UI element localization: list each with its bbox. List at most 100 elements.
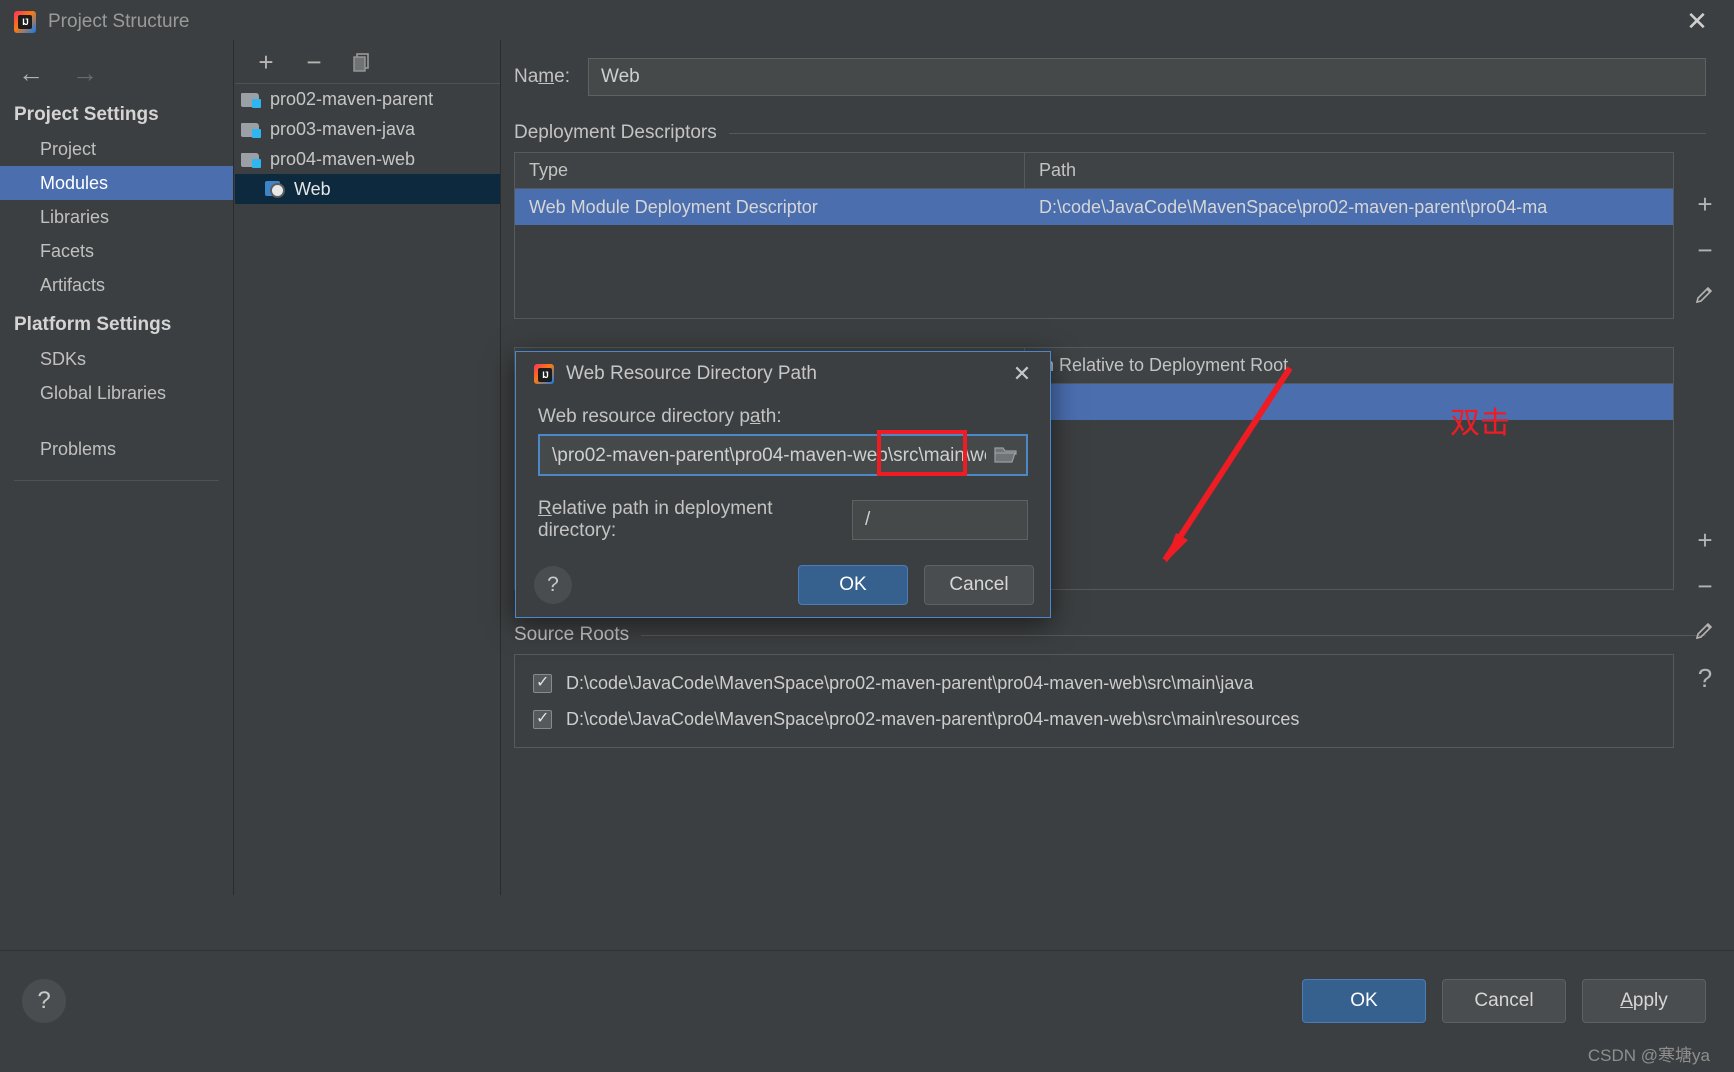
label-post: th: — [760, 406, 782, 427]
column-header-type[interactable]: Type — [515, 153, 1025, 188]
footer-buttons: OK Cancel Apply — [1302, 979, 1706, 1023]
deployment-descriptors-title: Deployment Descriptors — [514, 122, 717, 143]
module-folder-icon — [241, 151, 261, 168]
relative-label-mnemonic: R — [538, 498, 552, 519]
sidebar-item-project[interactable]: Project — [0, 132, 233, 166]
cell-path: D:\code\JavaCode\MavenSpace\pro02-maven-… — [1039, 196, 1548, 217]
facet-name-label: Name: — [514, 66, 570, 87]
remove-descriptor-icon[interactable]: − — [1690, 235, 1720, 265]
window-titlebar: IJ Project Structure ✕ — [0, 0, 1734, 44]
module-tree-panel: + − pro02-maven-parent pro03-maven-java … — [235, 40, 501, 895]
web-resource-path-label: Web resource directory path: — [538, 406, 1050, 428]
tree-item-pro02-maven-parent[interactable]: pro02-maven-parent — [235, 84, 500, 114]
dialog-footer: ? OK Cancel Apply CSDN @寒塘ya — [0, 950, 1734, 1072]
column-header-path[interactable]: Path — [1025, 153, 1673, 188]
edit-web-resource-icon[interactable] — [1690, 617, 1720, 647]
facet-name-row: Name: — [502, 40, 1734, 96]
source-root-path: D:\code\JavaCode\MavenSpace\pro02-maven-… — [566, 708, 1300, 729]
apply-mnemonic: A — [1620, 990, 1633, 1011]
sidebar-item-libraries[interactable]: Libraries — [0, 200, 233, 234]
source-root-checkbox[interactable] — [533, 672, 552, 693]
column-header-path-relative-to-deployment-root[interactable]: th Relative to Deployment Root — [1025, 348, 1673, 383]
table-row[interactable]: Web Module Deployment Descriptor D:\code… — [515, 189, 1673, 225]
section-divider — [728, 132, 1706, 134]
list-item[interactable]: D:\code\JavaCode\MavenSpace\pro02-maven-… — [515, 665, 1673, 701]
web-facet-icon — [265, 180, 285, 198]
ok-button[interactable]: OK — [1302, 979, 1426, 1023]
tree-item-web-facet[interactable]: Web — [235, 174, 500, 204]
apply-rest: pply — [1632, 990, 1668, 1011]
web-resource-directory-path-dialog: IJ Web Resource Directory Path ✕ Web res… — [515, 351, 1051, 618]
sidebar-item-sdks[interactable]: SDKs — [0, 342, 233, 376]
source-root-checkbox[interactable] — [533, 708, 552, 729]
relative-path-label: Relative path in deployment directory: — [538, 498, 836, 542]
cell-type: Web Module Deployment Descriptor — [529, 196, 818, 217]
module-folder-icon — [241, 91, 261, 108]
relative-path-row: Relative path in deployment directory: — [538, 498, 1028, 542]
facet-name-input[interactable] — [587, 58, 1706, 96]
source-roots-title: Source Roots — [514, 624, 630, 645]
remove-web-resource-icon[interactable]: − — [1690, 571, 1720, 601]
cancel-button[interactable]: Cancel — [1442, 979, 1566, 1023]
sidebar-item-facets[interactable]: Facets — [0, 234, 233, 268]
relative-path-input[interactable] — [852, 500, 1028, 540]
back-arrow-icon[interactable]: ← — [18, 60, 44, 86]
settings-sidebar: ← → Project Settings Project Modules Lib… — [0, 40, 234, 895]
web-resource-directories-side-buttons: + − ? — [1682, 525, 1728, 693]
tree-item-pro03-maven-java[interactable]: pro03-maven-java — [235, 114, 500, 144]
copy-module-icon[interactable] — [349, 49, 375, 75]
project-structure-window: IJ Project Structure ✕ ← → Project Setti… — [0, 0, 1734, 1072]
window-close-icon[interactable]: ✕ — [1682, 6, 1712, 36]
source-root-path: D:\code\JavaCode\MavenSpace\pro02-maven-… — [566, 672, 1254, 693]
sidebar-item-problems[interactable]: Problems — [0, 432, 233, 466]
source-roots-list: D:\code\JavaCode\MavenSpace\pro02-maven-… — [514, 654, 1674, 748]
help-web-resource-icon[interactable]: ? — [1690, 663, 1720, 693]
module-folder-icon — [241, 121, 261, 138]
intellij-logo-icon: IJ — [534, 364, 554, 384]
source-roots-header: Source Roots — [514, 624, 1706, 646]
sidebar-divider — [14, 480, 219, 481]
module-tree-toolbar: + − — [235, 40, 500, 84]
watermark: CSDN @寒塘ya — [1587, 1046, 1710, 1065]
apply-button[interactable]: Apply — [1582, 979, 1706, 1023]
label-pre: Web resource directory p — [538, 406, 750, 427]
modal-close-icon[interactable]: ✕ — [1008, 360, 1036, 388]
modal-titlebar: IJ Web Resource Directory Path ✕ — [516, 352, 1050, 396]
remove-module-icon[interactable]: − — [301, 49, 327, 75]
sidebar-group-platform-settings: Platform Settings — [14, 314, 172, 335]
deployment-descriptors-header: Deployment Descriptors — [514, 122, 1706, 144]
add-descriptor-icon[interactable]: + — [1690, 189, 1720, 219]
web-resource-path-value[interactable]: \pro02-maven-parent\pro04-maven-web\src\… — [540, 444, 986, 467]
path-text-value: \pro02-maven-parent\pro04-maven-web\src\… — [552, 444, 986, 466]
sidebar-item-modules[interactable]: Modules — [0, 166, 233, 200]
web-resource-path-field[interactable]: \pro02-maven-parent\pro04-maven-web\src\… — [538, 430, 1028, 476]
edit-descriptor-icon[interactable] — [1690, 281, 1720, 311]
deployment-descriptors-side-buttons: + − — [1682, 189, 1728, 311]
sidebar-item-global-libraries[interactable]: Global Libraries — [0, 376, 233, 410]
sidebar-group-project-settings: Project Settings — [14, 104, 159, 125]
sidebar-nav-arrows: ← → — [0, 40, 233, 92]
list-item[interactable]: D:\code\JavaCode\MavenSpace\pro02-maven-… — [515, 701, 1673, 737]
intellij-logo-text: IJ — [542, 370, 549, 380]
deployment-descriptors-table: Type Path Web Module Deployment Descript… — [514, 152, 1674, 319]
forward-arrow-icon[interactable]: → — [72, 60, 98, 86]
tree-item-label: pro03-maven-java — [270, 118, 416, 139]
modal-cancel-button[interactable]: Cancel — [924, 565, 1034, 605]
modal-ok-button[interactable]: OK — [798, 565, 908, 605]
tree-item-label: pro02-maven-parent — [270, 88, 434, 109]
help-icon[interactable]: ? — [22, 979, 66, 1023]
modal-help-icon[interactable]: ? — [534, 566, 572, 604]
tree-item-pro04-maven-web[interactable]: pro04-maven-web — [235, 144, 500, 174]
add-module-icon[interactable]: + — [253, 49, 279, 75]
relative-label-rest: elative path in deployment directory: — [538, 498, 773, 541]
tree-item-label: Web — [294, 178, 331, 199]
modal-action-buttons: OK Cancel — [798, 565, 1034, 605]
folder-open-icon[interactable] — [986, 436, 1026, 474]
modal-footer: ? OK Cancel — [516, 565, 1052, 605]
sidebar-item-artifacts[interactable]: Artifacts — [0, 268, 233, 302]
add-web-resource-icon[interactable]: + — [1690, 525, 1720, 555]
tree-item-label: pro04-maven-web — [270, 148, 416, 169]
intellij-logo-text: IJ — [22, 17, 29, 27]
label-mnemonic: a — [749, 406, 761, 427]
modal-title: Web Resource Directory Path — [566, 363, 817, 384]
